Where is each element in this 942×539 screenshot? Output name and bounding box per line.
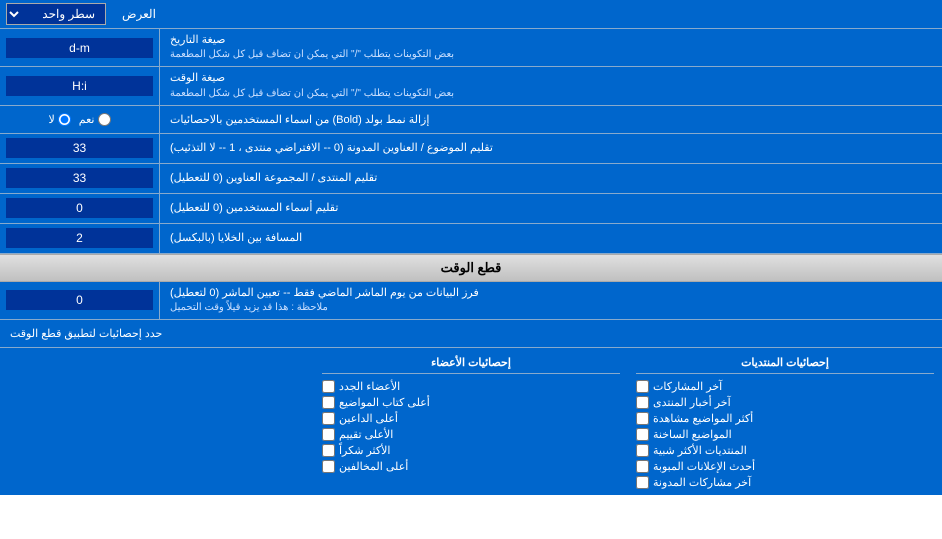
- users-order-label: تقليم أسماء المستخدمين (0 للتعطيل): [160, 194, 942, 223]
- checkbox-item-m2: أعلى كتاب المواضيع: [322, 396, 620, 409]
- date-format-input-cell: [0, 29, 160, 66]
- checkbox-col2-1[interactable]: [322, 396, 335, 409]
- time-format-input[interactable]: [6, 76, 153, 96]
- date-format-row: صيغة التاريخ بعض التكوينات يتطلب "/" الت…: [0, 29, 942, 67]
- checkbox-col-forums: إحصائيات المنتديات آخر المشاركات آخر أخب…: [628, 352, 942, 491]
- time-format-input-cell: [0, 67, 160, 104]
- top-row: العرض سطر واحد سطرين ثلاثة أسطر: [0, 0, 942, 29]
- top-label: العرض: [112, 0, 942, 28]
- checkbox-col2-0[interactable]: [322, 380, 335, 393]
- subject-order-label: تقليم الموضوع / العناوين المدونة (0 -- ا…: [160, 134, 942, 163]
- checkbox-col2-2[interactable]: [322, 412, 335, 425]
- hadd-row: حدد إحصائيات لتطبيق قطع الوقت: [0, 320, 942, 348]
- bold-remove-radio-cell: نعم لا: [0, 106, 160, 133]
- subject-order-input-cell: [0, 134, 160, 163]
- time-format-label: صيغة الوقت بعض التكوينات يتطلب "/" التي …: [160, 67, 942, 104]
- gap-label: المسافة بين الخلايا (بالبكسل): [160, 224, 942, 253]
- radio-yes[interactable]: [98, 113, 111, 126]
- cutoff-filter-label: فرز البيانات من يوم الماشر الماضي فقط --…: [160, 282, 942, 319]
- checkbox-item-5: المنتديات الأكثر شبية: [636, 444, 934, 457]
- checkbox-col-members: إحصائيات الأعضاء الأعضاء الجدد أعلى كتاب…: [314, 352, 628, 491]
- checkbox-col1-5[interactable]: [636, 460, 649, 473]
- subject-order-input[interactable]: [6, 138, 153, 158]
- forum-order-input[interactable]: [6, 168, 153, 188]
- checkbox-item-m6: أعلى المخالفين: [322, 460, 620, 473]
- bold-remove-row: إزالة نمط بولد (Bold) من اسماء المستخدمي…: [0, 106, 942, 134]
- checkbox-col1-6[interactable]: [636, 476, 649, 489]
- checkbox-col1-1[interactable]: [636, 396, 649, 409]
- top-select-cell: سطر واحد سطرين ثلاثة أسطر: [0, 0, 112, 28]
- checkbox-col1-0[interactable]: [636, 380, 649, 393]
- date-format-input[interactable]: [6, 38, 153, 58]
- time-format-row: صيغة الوقت بعض التكوينات يتطلب "/" التي …: [0, 67, 942, 105]
- radio-no[interactable]: [58, 113, 71, 126]
- radio-no-label[interactable]: لا: [49, 113, 71, 126]
- checkbox-col2-5[interactable]: [322, 460, 335, 473]
- checkbox-item-1: آخر المشاركات: [636, 380, 934, 393]
- checkbox-area: إحصائيات المنتديات آخر المشاركات آخر أخب…: [0, 348, 942, 495]
- users-order-row: تقليم أسماء المستخدمين (0 للتعطيل): [0, 194, 942, 224]
- checkbox-item-2: آخر أخبار المنتدى: [636, 396, 934, 409]
- checkbox-col2-3[interactable]: [322, 428, 335, 441]
- cutoff-filter-input-cell: [0, 282, 160, 319]
- hadd-label: حدد إحصائيات لتطبيق قطع الوقت: [0, 320, 942, 347]
- checkbox-col1-2[interactable]: [636, 412, 649, 425]
- col1-header: إحصائيات المنتديات: [636, 354, 934, 374]
- forum-order-input-cell: [0, 164, 160, 193]
- checkbox-col-right: [0, 352, 314, 491]
- checkbox-item-m1: الأعضاء الجدد: [322, 380, 620, 393]
- checkbox-col1-3[interactable]: [636, 428, 649, 441]
- checkbox-col1-4[interactable]: [636, 444, 649, 457]
- date-format-label: صيغة التاريخ بعض التكوينات يتطلب "/" الت…: [160, 29, 942, 66]
- forum-order-label: تقليم المنتدى / المجموعة العناوين (0 للت…: [160, 164, 942, 193]
- gap-input-cell: [0, 224, 160, 253]
- subject-order-row: تقليم الموضوع / العناوين المدونة (0 -- ا…: [0, 134, 942, 164]
- checkbox-item-4: المواضيع الساخنة: [636, 428, 934, 441]
- cutoff-filter-row: فرز البيانات من يوم الماشر الماضي فقط --…: [0, 282, 942, 320]
- checkbox-item-m3: أعلى الداعين: [322, 412, 620, 425]
- checkbox-item-3: أكثر المواضيع مشاهدة: [636, 412, 934, 425]
- forum-order-row: تقليم المنتدى / المجموعة العناوين (0 للت…: [0, 164, 942, 194]
- col2-header: إحصائيات الأعضاء: [322, 354, 620, 374]
- cutoff-filter-input[interactable]: [6, 290, 153, 310]
- users-order-input[interactable]: [6, 198, 153, 218]
- cutoff-section-header: قطع الوقت: [0, 254, 942, 282]
- radio-yes-label[interactable]: نعم: [79, 113, 111, 126]
- checkbox-item-7: آخر مشاركات المدونة: [636, 476, 934, 489]
- checkbox-item-6: أحدث الإعلانات المبوبة: [636, 460, 934, 473]
- users-order-input-cell: [0, 194, 160, 223]
- gap-row: المسافة بين الخلايا (بالبكسل): [0, 224, 942, 254]
- main-container: العرض سطر واحد سطرين ثلاثة أسطر صيغة الت…: [0, 0, 942, 495]
- checkbox-item-m4: الأعلى تقييم: [322, 428, 620, 441]
- checkbox-item-m5: الأكثر شكراً: [322, 444, 620, 457]
- checkbox-col2-4[interactable]: [322, 444, 335, 457]
- gap-input[interactable]: [6, 228, 153, 248]
- display-select[interactable]: سطر واحد سطرين ثلاثة أسطر: [6, 3, 106, 25]
- bold-remove-label: إزالة نمط بولد (Bold) من اسماء المستخدمي…: [160, 106, 942, 133]
